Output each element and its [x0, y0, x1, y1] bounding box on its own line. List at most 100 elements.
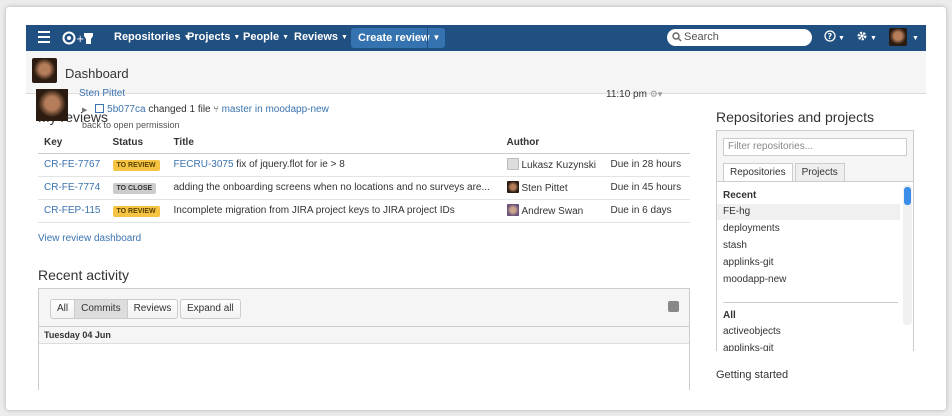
review-title: fix of jquery.flot for ie > 8	[233, 159, 345, 170]
nav-label: Reviews	[294, 31, 339, 43]
app: + Repositories ▼ Projects ▼ People ▼ Review…	[26, 25, 926, 390]
search-placeholder: Search	[684, 31, 719, 43]
nav-label: Projects	[187, 31, 231, 43]
activity-user-link[interactable]: Sten Pittet	[79, 88, 125, 99]
commit-icon	[95, 104, 105, 113]
help-icon[interactable]: ? ▼	[824, 30, 845, 45]
search-icon	[672, 32, 682, 42]
view-review-dashboard-link[interactable]: View review dashboard	[38, 233, 141, 244]
avatar	[506, 158, 519, 170]
time-label: 11:10 pm	[606, 89, 647, 100]
commit-summary: changed 1 file	[145, 104, 214, 115]
tab-repositories[interactable]: Repositories	[723, 163, 793, 182]
list-item[interactable]: applinks-git	[717, 341, 900, 351]
user-avatar[interactable]	[889, 28, 907, 46]
nav-people[interactable]: People ▼	[243, 31, 289, 43]
search-input[interactable]: Search	[667, 29, 812, 46]
commit-message: back to open permission	[82, 120, 180, 130]
list-item[interactable]: deployments	[717, 221, 900, 237]
due-date: Due in 45 hours	[604, 176, 690, 200]
svg-text:?: ?	[828, 32, 833, 41]
status-badge: TO CLOSE	[112, 182, 157, 194]
column-header	[604, 133, 690, 154]
expand-all-button[interactable]: Expand all	[180, 299, 241, 319]
recent-activity-heading: Recent activity	[38, 267, 130, 283]
create-review-label: Create review	[358, 32, 430, 44]
avatar	[506, 204, 519, 216]
branch-icon: ⑂	[213, 104, 219, 114]
activity-filter-group: All Commits Reviews	[50, 299, 179, 319]
issue-link[interactable]: FECRU-3075	[174, 159, 234, 170]
filter-all-button[interactable]: All	[50, 299, 76, 319]
table-header-row: Key Status Title Author	[38, 133, 690, 154]
activity-stream: All Commits Reviews Expand all Tuesday 0…	[38, 288, 690, 390]
reviews-table: Key Status Title Author CR-FE-7767 TO RE…	[38, 133, 690, 223]
due-date: Due in 6 days	[604, 199, 690, 223]
avatar	[32, 58, 57, 83]
nav-label: Repositories	[114, 31, 181, 43]
getting-started-heading: Getting started	[716, 369, 789, 381]
avatar	[36, 89, 68, 121]
table-row[interactable]: CR-FE-7774 TO CLOSE adding the onboardin…	[38, 176, 690, 200]
activity-toolbar: All Commits Reviews Expand all	[39, 289, 689, 327]
nav-repositories[interactable]: Repositories ▼	[114, 31, 191, 43]
review-title: Incomplete migration from JIRA project k…	[173, 205, 455, 216]
branch-link[interactable]: master in moodapp-new	[222, 104, 329, 115]
create-review-button[interactable]: Create review ▼	[351, 28, 445, 48]
nav-reviews[interactable]: Reviews ▼	[294, 31, 348, 43]
status-badge: TO REVIEW	[112, 159, 160, 171]
divider	[723, 302, 898, 303]
caret-down-icon: ▼	[282, 34, 290, 41]
tab-projects[interactable]: Projects	[794, 163, 845, 182]
fisheye-crucible-logo-icon[interactable]: +	[62, 30, 98, 46]
page-header: Dashboard	[26, 51, 926, 94]
list-item[interactable]: activeobjects	[717, 324, 900, 340]
scrollbar[interactable]	[903, 185, 912, 325]
review-key-link[interactable]: CR-FE-7767	[44, 159, 100, 170]
column-header: Author	[500, 133, 605, 154]
menu-icon[interactable]	[38, 31, 50, 44]
activity-commit-line: ▶ 5b077ca changed 1 file ⑂ master in moo…	[82, 104, 329, 115]
gear-icon[interactable]: ⚙▾	[650, 89, 663, 99]
list-item[interactable]: applinks-git	[717, 255, 900, 271]
column-header: Title	[167, 133, 501, 154]
column-header: Key	[38, 133, 107, 154]
table-row[interactable]: CR-FE-7767 TO REVIEW FECRU-3075 fix of j…	[38, 153, 690, 177]
commit-hash-link[interactable]: 5b077ca	[107, 104, 145, 115]
due-date: Due in 28 hours	[604, 153, 690, 177]
status-badge: TO REVIEW	[112, 205, 160, 217]
page-title: Dashboard	[65, 66, 129, 81]
filter-repositories-input[interactable]: Filter repositories...	[723, 138, 907, 156]
column-header: Status	[106, 133, 168, 154]
expand-triangle-icon[interactable]: ▶	[82, 107, 87, 114]
author-name: Lukasz Kuzynski	[521, 160, 596, 171]
svg-text:+: +	[76, 34, 84, 45]
nav-projects[interactable]: Projects ▼	[187, 31, 240, 43]
caret-down-icon: ▼	[233, 34, 241, 41]
nav-label: People	[243, 31, 280, 43]
user-menu-caret-icon[interactable]: ▼	[910, 31, 919, 45]
all-section-label: All	[723, 310, 736, 321]
list-item[interactable]: FE-hg	[717, 204, 900, 220]
recent-section-label: Recent	[723, 190, 757, 201]
review-key-link[interactable]: CR-FEP-115	[44, 205, 101, 216]
list-item[interactable]: moodapp-new	[717, 272, 900, 288]
scrollbar-thumb[interactable]	[904, 187, 911, 205]
activity-time: 11:10 pm ⚙▾	[606, 89, 662, 100]
top-navigation-bar: + Repositories ▼ Projects ▼ People ▼ Review…	[26, 25, 926, 51]
review-title: adding the onboarding screens when no lo…	[173, 182, 490, 193]
day-header: Tuesday 04 Jun	[39, 327, 689, 344]
create-review-dropdown-icon[interactable]: ▼	[427, 28, 445, 48]
repo-tabs: Repositories Projects	[723, 163, 845, 182]
filter-commits-button[interactable]: Commits	[75, 299, 128, 319]
repositories-panel: Filter repositories... Repositories Proj…	[716, 130, 914, 351]
author-name: Andrew Swan	[521, 206, 584, 217]
review-key-link[interactable]: CR-FE-7774	[44, 182, 100, 193]
settings-gear-icon[interactable]: ▼	[856, 30, 877, 45]
author-name: Sten Pittet	[521, 183, 568, 194]
table-row[interactable]: CR-FEP-115 TO REVIEW Incomplete migratio…	[38, 199, 690, 223]
caret-down-icon: ▼	[341, 34, 348, 41]
filter-reviews-button[interactable]: Reviews	[127, 299, 179, 319]
list-item[interactable]: stash	[717, 238, 900, 254]
rss-feed-icon[interactable]	[668, 301, 679, 312]
